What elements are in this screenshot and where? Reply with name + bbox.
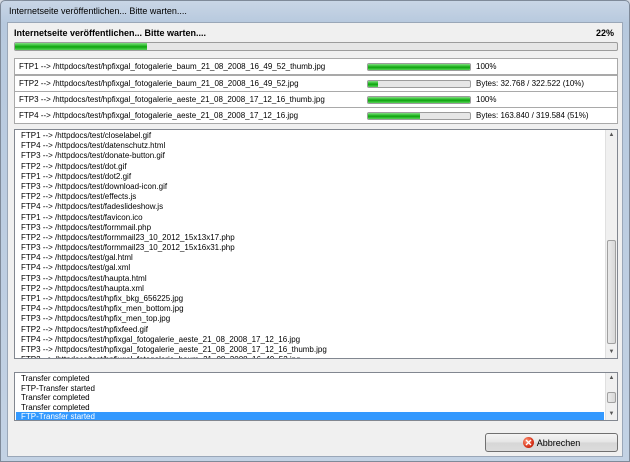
log-list-item[interactable]: Transfer completed <box>16 393 604 403</box>
scroll-down-arrow-icon[interactable]: ▼ <box>606 347 617 358</box>
file-list-item[interactable]: FTP4 --> /httpdocs/test/gal.xml <box>16 263 604 273</box>
log-list-item[interactable]: FTP-Transfer started <box>16 384 604 394</box>
transfer-row-ftp2: FTP2 --> /httpdocs/test/hpfixgal_fotogal… <box>14 75 618 92</box>
cancel-button[interactable]: Abbrechen <box>485 433 618 452</box>
file-list-item[interactable]: FTP2 --> /httpdocs/test/effects.js <box>16 192 604 202</box>
file-list-item[interactable]: FTP4 --> /httpdocs/test/fadeslideshow.js <box>16 202 604 212</box>
log-list-item[interactable]: Transfer completed <box>16 403 604 413</box>
transfer-path: FTP1 --> /httpdocs/test/hpfixgal_fotogal… <box>19 62 326 71</box>
log-list-item[interactable]: FTP-Transfer started <box>16 412 604 420</box>
status-log-list[interactable]: Transfer completed FTP-Transfer started Tr… <box>14 372 618 421</box>
transfer-status: 100% <box>476 95 497 104</box>
transfer-progress-bar <box>367 96 471 104</box>
transfer-status: Bytes: 32.768 / 322.522 (10%) <box>476 79 585 88</box>
file-list-item[interactable]: FTP1 --> /httpdocs/test/closelabel.gif <box>16 131 604 141</box>
file-list-item[interactable]: FTP4 --> /httpdocs/test/datenschutz.html <box>16 141 604 151</box>
log-list-item[interactable]: Transfer completed <box>16 374 604 384</box>
transfer-row-ftp3: FTP3 --> /httpdocs/test/hpfixgal_fotogal… <box>14 91 618 108</box>
scroll-up-arrow-icon[interactable]: ▲ <box>606 130 617 141</box>
transfer-progress-bar <box>367 112 471 120</box>
file-list-item[interactable]: FTP1 --> /httpdocs/test/hpfix_bkg_656225… <box>16 294 604 304</box>
file-list-item[interactable]: FTP4 --> /httpdocs/test/gal.html <box>16 253 604 263</box>
transfer-path: FTP4 --> /httpdocs/test/hpfixgal_fotogal… <box>19 111 299 120</box>
file-list-item[interactable]: FTP4 --> /httpdocs/test/hpfixgal_fotogal… <box>16 335 604 345</box>
file-list-item[interactable]: FTP1 --> /httpdocs/test/dot2.gif <box>16 172 604 182</box>
transfer-progress-fill <box>368 97 470 103</box>
file-list-item[interactable]: FTP1 --> /httpdocs/test/favicon.ico <box>16 213 604 223</box>
overall-status-label: Internetseite veröffentlichen... Bitte w… <box>14 28 207 38</box>
scrollbar-thumb[interactable] <box>607 240 616 344</box>
file-list-item[interactable]: FTP3 --> /httpdocs/test/formmail.php <box>16 223 604 233</box>
file-list-item[interactable]: FTP3 --> /httpdocs/test/donate-button.gi… <box>16 151 604 161</box>
scroll-up-arrow-icon[interactable]: ▲ <box>606 373 617 384</box>
status-log-items: Transfer completed FTP-Transfer started Tr… <box>16 374 604 420</box>
file-list-item[interactable]: FTP2 --> /httpdocs/test/dot.gif <box>16 162 604 172</box>
overall-progress-fill <box>15 43 148 50</box>
log-list-scrollbar[interactable]: ▲ ▼ <box>605 373 617 420</box>
transfer-progress-fill <box>368 81 379 87</box>
window-title: Internetseite veröffentlichen... Bitte w… <box>9 6 187 16</box>
file-list-item[interactable]: FTP3 --> /httpdocs/test/download-icon.gi… <box>16 182 604 192</box>
overall-percent-label: 22% <box>595 28 614 38</box>
file-list-item[interactable]: FTP2 --> /httpdocs/test/haupta.xml <box>16 284 604 294</box>
file-list-scrollbar[interactable]: ▲ ▼ <box>605 130 617 358</box>
file-list-item[interactable]: FTP2 --> /httpdocs/test/formmail23_10_20… <box>16 233 604 243</box>
transfer-progress-fill <box>368 64 470 70</box>
transfer-path: FTP2 --> /httpdocs/test/hpfixgal_fotogal… <box>19 79 299 88</box>
file-list-item[interactable]: FTP3 --> /httpdocs/test/hpfix_men_top.jp… <box>16 314 604 324</box>
transfer-progress-bar <box>367 63 471 71</box>
transfer-path: FTP3 --> /httpdocs/test/hpfixgal_fotogal… <box>19 95 325 104</box>
file-list-item[interactable]: FTP3 --> /httpdocs/test/hpfixgal_fotogal… <box>16 345 604 355</box>
transfer-status: Bytes: 163.840 / 319.584 (51%) <box>476 111 589 120</box>
dialog-window: Internetseite veröffentlichen... Bitte w… <box>0 0 630 462</box>
file-list-item[interactable]: FTP2 --> /httpdocs/test/hpfixgal_fotogal… <box>16 355 604 358</box>
file-list-item[interactable]: FTP3 --> /httpdocs/test/haupta.html <box>16 274 604 284</box>
scrollbar-thumb[interactable] <box>607 392 616 403</box>
transfer-progress-fill <box>368 113 421 119</box>
cancel-label: Abbrechen <box>536 438 581 448</box>
title-bar[interactable]: Internetseite veröffentlichen... Bitte w… <box>1 1 629 23</box>
overall-progress-bar <box>14 42 618 51</box>
transfer-progress-bar <box>367 80 471 88</box>
transfer-status: 100% <box>476 62 497 71</box>
file-list-item[interactable]: FTP3 --> /httpdocs/test/formmail23_10_20… <box>16 243 604 253</box>
file-queue-items: FTP1 --> /httpdocs/test/closelabel.gif FT… <box>16 131 604 358</box>
cancel-icon <box>522 437 534 448</box>
dialog-client-area: Internetseite veröffentlichen... Bitte w… <box>7 22 623 457</box>
file-queue-list[interactable]: FTP1 --> /httpdocs/test/closelabel.gif FT… <box>14 129 618 359</box>
transfer-row-ftp4: FTP4 --> /httpdocs/test/hpfixgal_fotogal… <box>14 107 618 124</box>
scroll-down-arrow-icon[interactable]: ▼ <box>606 409 617 420</box>
file-list-item[interactable]: FTP2 --> /httpdocs/test/hpfixfeed.gif <box>16 325 604 335</box>
file-list-item[interactable]: FTP4 --> /httpdocs/test/hpfix_men_bottom… <box>16 304 604 314</box>
transfer-row-ftp1: FTP1 --> /httpdocs/test/hpfixgal_fotogal… <box>14 58 618 75</box>
